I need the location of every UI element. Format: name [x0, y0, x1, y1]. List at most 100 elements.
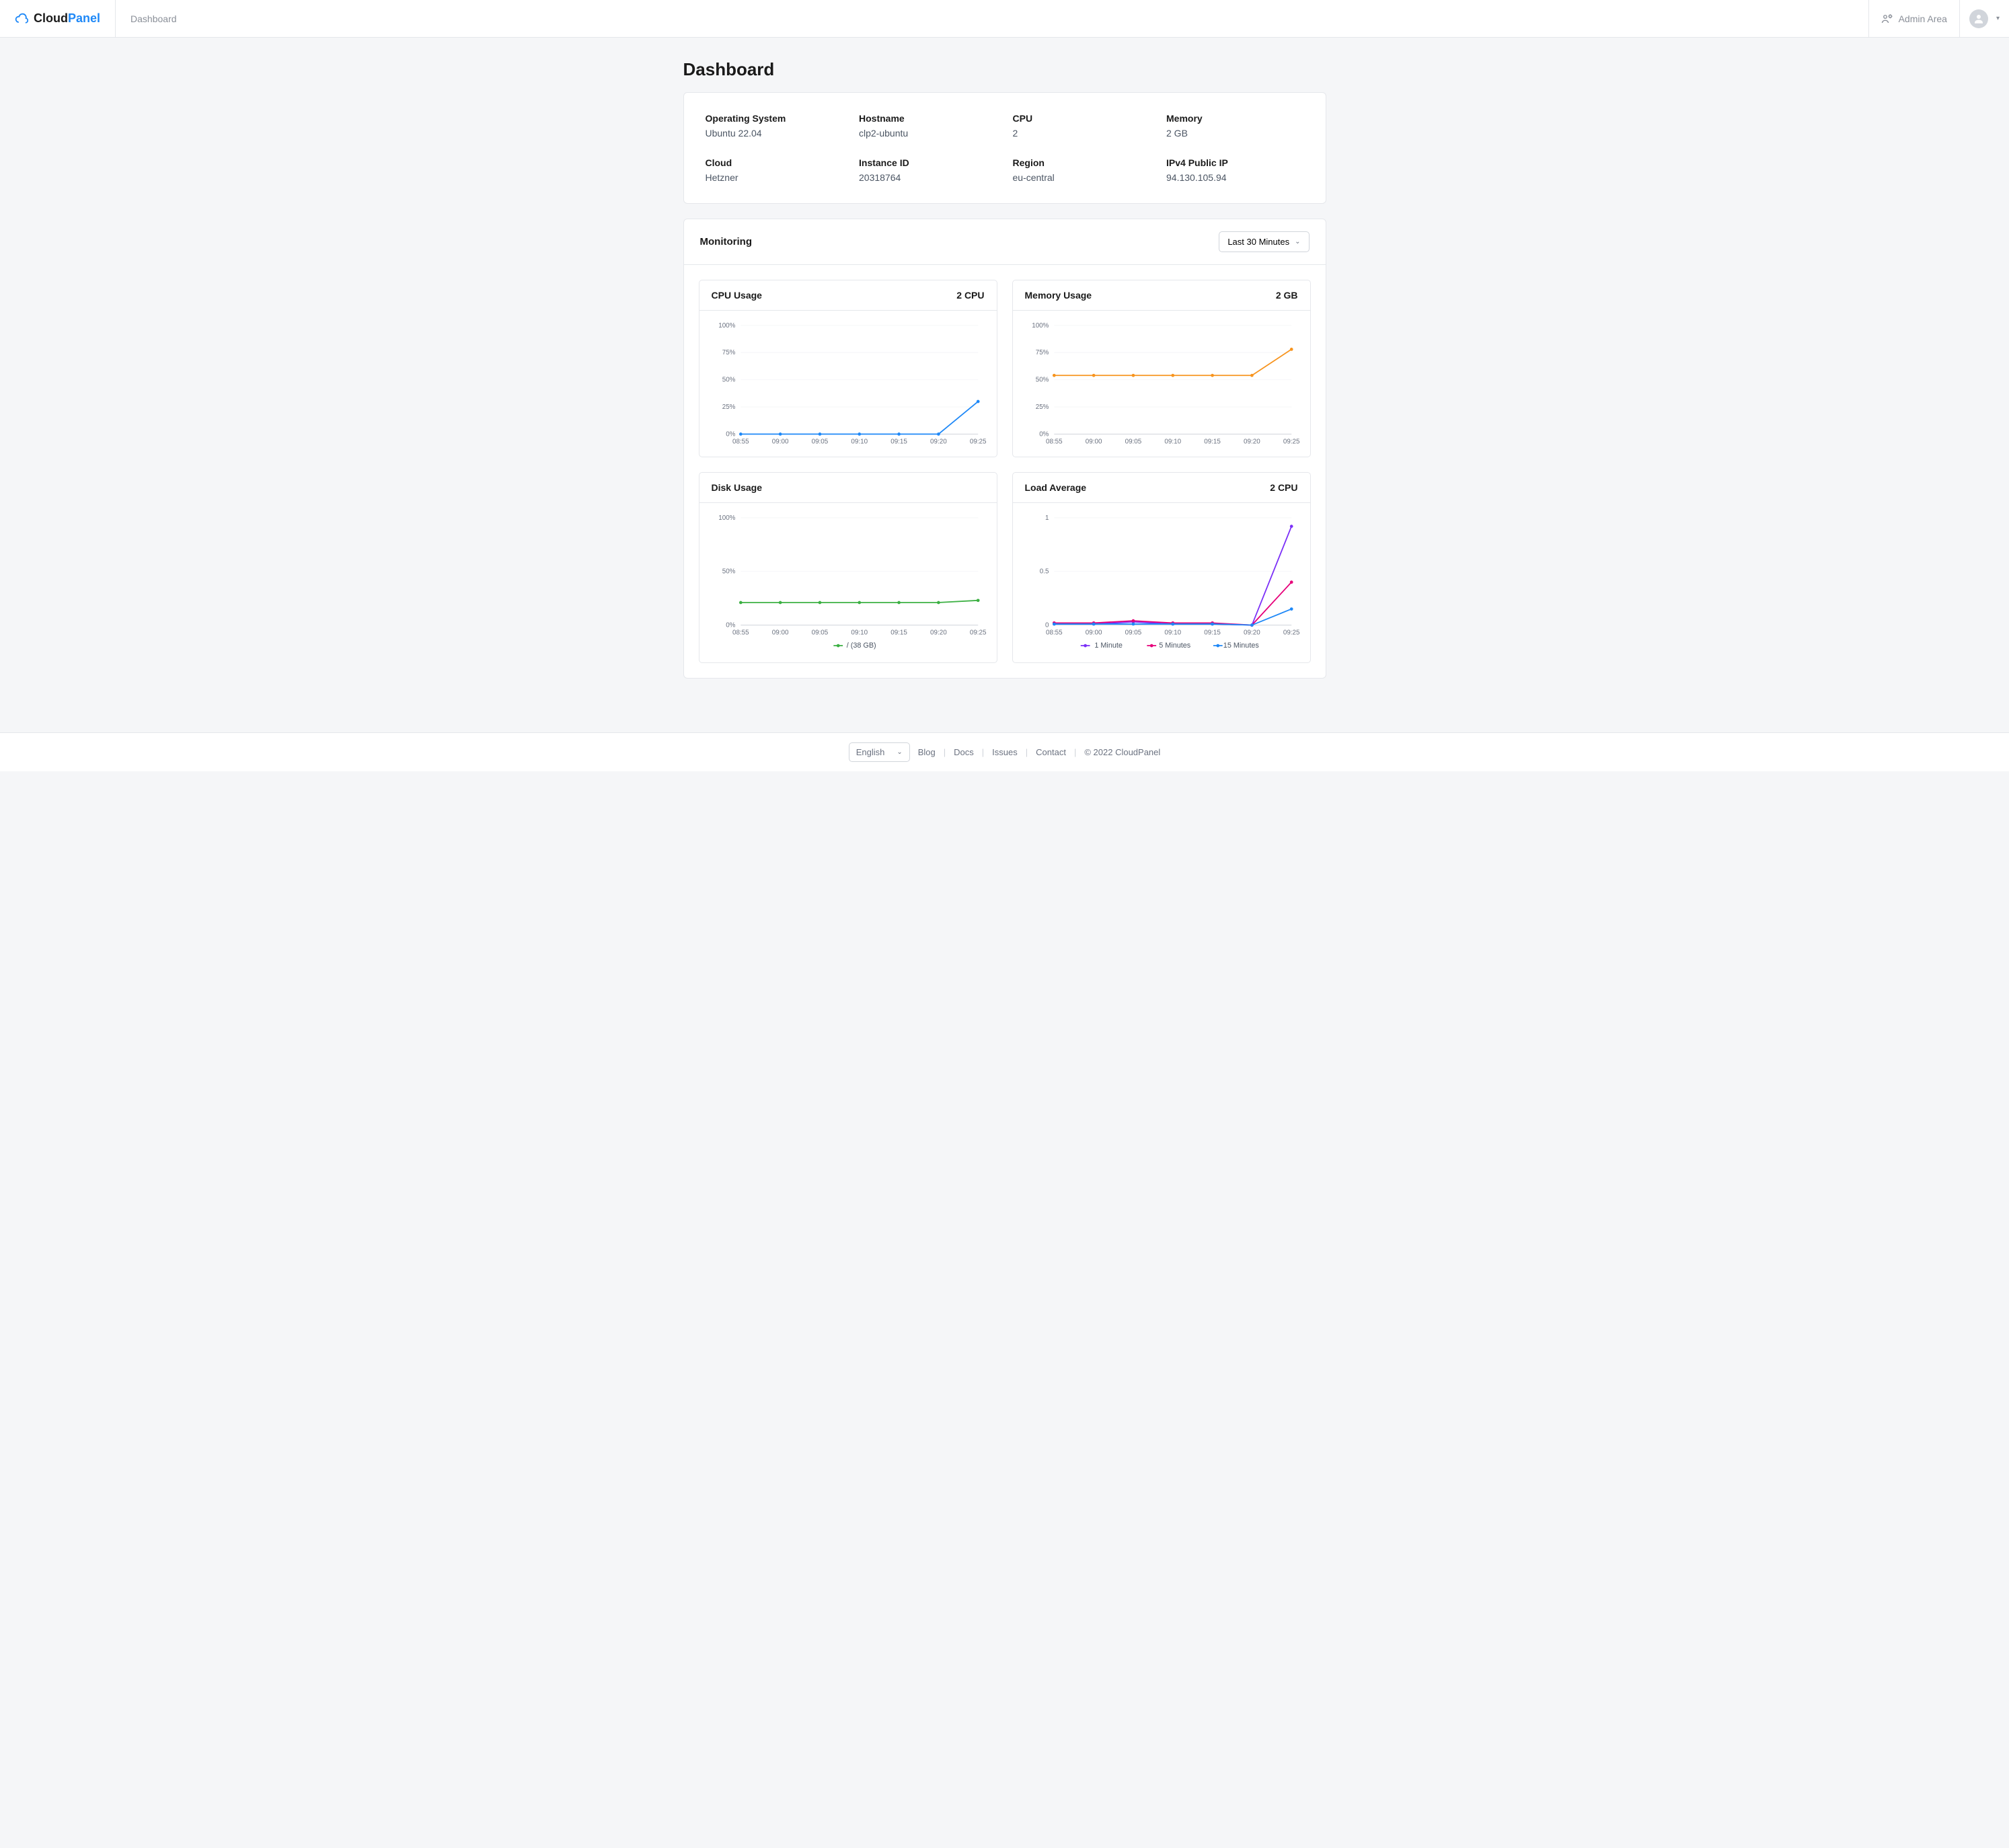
svg-text:09:20: 09:20	[930, 438, 947, 445]
svg-text:1: 1	[1045, 514, 1048, 522]
avatar-icon	[1969, 9, 1988, 28]
svg-text:08:55: 08:55	[732, 438, 749, 445]
info-instance-value: 20318764	[859, 172, 997, 183]
info-hostname-value: clp2-ubuntu	[859, 128, 997, 139]
footer-copyright: © 2022 CloudPanel	[1084, 747, 1160, 757]
user-menu[interactable]: ▾	[1959, 0, 2009, 37]
svg-text:08:55: 08:55	[1046, 629, 1063, 636]
svg-text:09:25: 09:25	[969, 438, 986, 445]
svg-text:50%: 50%	[722, 568, 735, 576]
admin-area-link[interactable]: Admin Area	[1868, 0, 1959, 37]
info-hostname: Hostname clp2-ubuntu	[859, 113, 997, 139]
page-title: Dashboard	[683, 59, 1326, 80]
svg-text:09:05: 09:05	[1125, 629, 1141, 636]
brand-cloud: Cloud	[34, 11, 68, 26]
svg-text:0.5: 0.5	[1039, 568, 1049, 576]
info-region-label: Region	[1013, 157, 1151, 168]
topnav: Dashboard	[116, 0, 1868, 37]
svg-text:09:05: 09:05	[1125, 438, 1141, 445]
svg-text:09:10: 09:10	[851, 629, 868, 636]
chart-memory-plot: 0%25%50%75%100%08:5509:0009:0509:1009:15…	[1022, 319, 1301, 451]
info-cloud-value: Hetzner	[706, 172, 843, 183]
svg-text:08:55: 08:55	[1045, 438, 1062, 445]
svg-text:09:10: 09:10	[851, 438, 868, 445]
brand-panel: Panel	[68, 11, 100, 26]
time-range-dropdown[interactable]: Last 30 Minutes ⌄	[1219, 231, 1309, 252]
svg-text:09:00: 09:00	[1085, 438, 1102, 445]
admin-icon	[1881, 13, 1893, 25]
svg-text:0%: 0%	[1039, 430, 1049, 438]
chart-load: Load Average 2 CPU 0 0.5 1 08:55 09:00 09:05 0…	[1012, 472, 1311, 663]
svg-text:/ (38 GB): / (38 GB)	[846, 642, 876, 650]
footer-docs[interactable]: Docs	[954, 747, 974, 757]
info-instance: Instance ID 20318764	[859, 157, 997, 183]
svg-text:09:00: 09:00	[771, 438, 788, 445]
svg-text:100%: 100%	[1032, 322, 1049, 330]
chevron-down-icon: ▾	[1996, 15, 2000, 22]
language-select[interactable]: English ⌄	[849, 742, 910, 762]
svg-text:75%: 75%	[722, 349, 735, 356]
chart-memory-title: Memory Usage	[1025, 290, 1092, 301]
chart-load-plot: 00.5108:5509:0009:0509:1009:1509:2009:25…	[1022, 511, 1301, 657]
svg-text:5 Minutes: 5 Minutes	[1159, 642, 1191, 650]
brand[interactable]: CloudPanel	[0, 0, 116, 37]
topbar: CloudPanel Dashboard Admin Area ▾	[0, 0, 2009, 38]
svg-text:09:15: 09:15	[1204, 629, 1221, 636]
chart-cpu-title: CPU Usage	[712, 290, 762, 301]
svg-text:09:20: 09:20	[930, 629, 947, 636]
svg-text:09:00: 09:00	[1085, 629, 1102, 636]
svg-text:09:25: 09:25	[969, 629, 986, 636]
chevron-down-icon: ⌄	[897, 748, 902, 756]
svg-text:08:55: 08:55	[732, 629, 749, 636]
footer-contact[interactable]: Contact	[1036, 747, 1066, 757]
svg-text:50%: 50%	[722, 377, 735, 384]
nav-dashboard[interactable]: Dashboard	[130, 13, 177, 24]
svg-text:75%: 75%	[1035, 349, 1049, 356]
info-region-value: eu-central	[1013, 172, 1151, 183]
svg-text:100%: 100%	[718, 514, 735, 522]
svg-text:25%: 25%	[1035, 403, 1049, 411]
chart-load-right: 2 CPU	[1270, 482, 1297, 493]
footer-issues[interactable]: Issues	[992, 747, 1018, 757]
svg-text:0: 0	[1045, 622, 1049, 629]
svg-text:09:10: 09:10	[1164, 438, 1181, 445]
svg-text:0%: 0%	[726, 622, 735, 629]
admin-area-label: Admin Area	[1899, 13, 1947, 24]
info-cloud-label: Cloud	[706, 157, 843, 168]
info-cpu-value: 2	[1013, 128, 1151, 139]
svg-text:0%: 0%	[726, 430, 735, 438]
chart-cpu: CPU Usage 2 CPU 0% 25% 50% 75% 100% 08:55 09:0…	[699, 280, 997, 457]
info-instance-label: Instance ID	[859, 157, 997, 168]
system-info-card: Operating System Ubuntu 22.04 Hostname c…	[683, 92, 1326, 204]
svg-text:09:25: 09:25	[1283, 438, 1299, 445]
chart-disk: Disk Usage 0% 50% 100% 08:55 09:00 09:05 09:10…	[699, 472, 997, 663]
monitoring-card: Monitoring Last 30 Minutes ⌄ CPU Usage 2…	[683, 219, 1326, 679]
info-memory-label: Memory	[1166, 113, 1304, 124]
chevron-down-icon: ⌄	[1295, 238, 1300, 245]
info-ip-value: 94.130.105.94	[1166, 172, 1304, 183]
svg-text:09:05: 09:05	[811, 438, 828, 445]
monitoring-title: Monitoring	[700, 236, 752, 247]
info-region: Region eu-central	[1013, 157, 1151, 183]
info-os: Operating System Ubuntu 22.04	[706, 113, 843, 139]
footer: English ⌄ Blog | Docs | Issues | Contact…	[0, 732, 2009, 771]
svg-text:09:05: 09:05	[811, 629, 828, 636]
info-hostname-label: Hostname	[859, 113, 997, 124]
chart-cpu-right: 2 CPU	[956, 290, 984, 301]
svg-text:09:00: 09:00	[771, 629, 788, 636]
svg-text:25%: 25%	[722, 403, 735, 411]
svg-text:50%: 50%	[1035, 377, 1049, 384]
info-os-label: Operating System	[706, 113, 843, 124]
chart-disk-title: Disk Usage	[712, 482, 762, 493]
svg-text:1 Minute: 1 Minute	[1094, 642, 1123, 650]
info-os-value: Ubuntu 22.04	[706, 128, 843, 139]
svg-text:15 Minutes: 15 Minutes	[1223, 642, 1259, 650]
svg-text:100%: 100%	[718, 322, 735, 330]
info-cloud: Cloud Hetzner	[706, 157, 843, 183]
footer-blog[interactable]: Blog	[918, 747, 936, 757]
svg-text:09:15: 09:15	[890, 438, 907, 445]
svg-text:09:15: 09:15	[890, 629, 907, 636]
chart-load-title: Load Average	[1025, 482, 1087, 493]
chart-memory-right: 2 GB	[1276, 290, 1298, 301]
chart-cpu-plot: 0% 25% 50% 75% 100% 08:55 09:00 09:05 09:10 09:15…	[709, 319, 987, 451]
